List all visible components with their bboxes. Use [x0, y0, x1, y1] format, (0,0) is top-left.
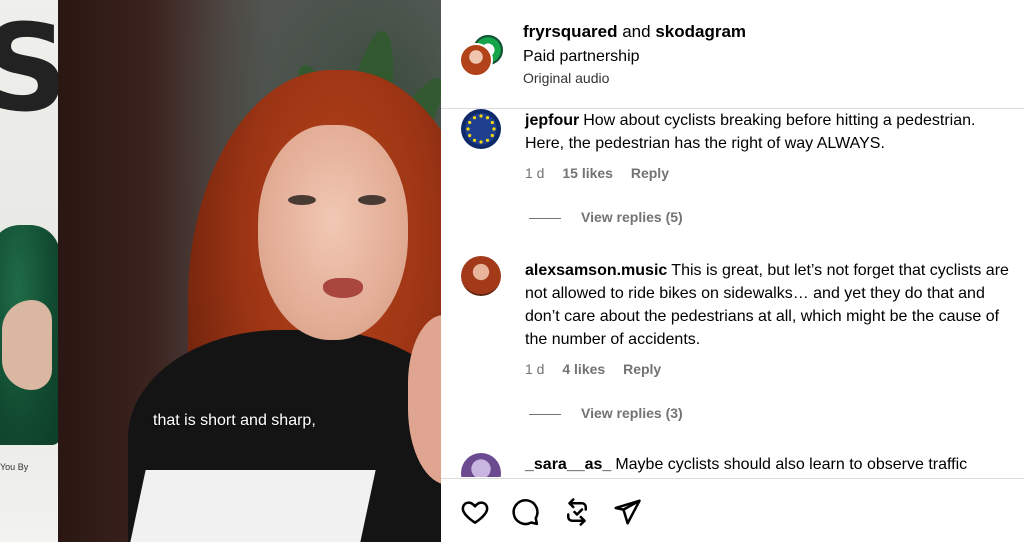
replies-divider — [529, 413, 561, 415]
author-link-2[interactable]: skodagram — [655, 22, 746, 41]
view-replies-button[interactable]: View replies (5) — [529, 209, 683, 225]
comment-likes[interactable]: 4 likes — [562, 361, 605, 377]
comment-icon — [512, 498, 539, 526]
replies-divider — [529, 217, 561, 219]
strip-footer-text: You By — [0, 462, 29, 472]
sweater-pattern — [130, 470, 376, 542]
comment-button[interactable] — [510, 497, 542, 529]
comment-username[interactable]: alexsamson.music — [525, 262, 667, 279]
comment-text: jepfour How about cyclists breaking befor… — [525, 109, 1015, 155]
paid-partnership-label[interactable]: Paid partnership — [523, 48, 640, 66]
share-button[interactable] — [612, 497, 644, 529]
comment-age[interactable]: 1 d — [525, 165, 544, 181]
fryrsquared-avatar[interactable] — [459, 43, 493, 77]
collab-avatars[interactable] — [459, 33, 507, 81]
presenter-face — [258, 125, 408, 340]
reply-button[interactable]: Reply — [631, 165, 669, 181]
action-bar — [441, 478, 1024, 543]
heart-icon — [461, 501, 489, 524]
comment-meta: 1 d 4 likes Reply — [525, 361, 675, 377]
commenter-avatar[interactable] — [461, 109, 501, 149]
like-button[interactable] — [460, 497, 492, 529]
comment-meta: 1 d 15 likes Reply — [525, 165, 683, 181]
author-link-1[interactable]: fryrsquared — [523, 22, 617, 41]
view-replies-label: View replies (3) — [581, 405, 683, 421]
reply-button[interactable]: Reply — [623, 361, 661, 377]
repost-button[interactable] — [562, 497, 594, 529]
presenter-mouth — [323, 278, 363, 298]
video-frame — [58, 0, 441, 542]
previous-video-strip[interactable]: S You By — [0, 0, 58, 542]
background-hand — [2, 300, 52, 390]
post-authors: fryrsquared and skodagram — [523, 22, 746, 42]
video-player[interactable]: S You By that is short and sharp, — [0, 0, 441, 542]
comment-likes[interactable]: 15 likes — [562, 165, 613, 181]
eu-stars-icon — [466, 114, 496, 144]
comment-age[interactable]: 1 d — [525, 361, 544, 377]
comment-text: _sara__as_ Maybe cyclists should also lea… — [525, 453, 1015, 476]
repost-icon — [567, 498, 587, 526]
comment-body: Maybe cyclists should also learn to obse… — [615, 456, 968, 473]
post-panel: fryrsquared and skodagram Paid partnersh… — [441, 0, 1024, 542]
view-replies-label: View replies (5) — [581, 209, 683, 225]
audio-link[interactable]: Original audio — [523, 70, 609, 86]
authors-joiner: and — [622, 22, 651, 41]
send-icon — [614, 499, 641, 525]
commenter-avatar[interactable] — [461, 256, 501, 296]
comment-text: alexsamson.music This is great, but let’s… — [525, 259, 1015, 351]
post-header: fryrsquared and skodagram Paid partnersh… — [441, 0, 1024, 109]
comment-body: How about cyclists breaking before hitti… — [525, 112, 976, 152]
comments-list[interactable]: jepfour How about cyclists breaking befor… — [441, 109, 1024, 477]
view-replies-button[interactable]: View replies (3) — [529, 405, 683, 421]
comment-username[interactable]: jepfour — [525, 112, 579, 129]
video-caption: that is short and sharp, — [153, 412, 316, 429]
comment-username[interactable]: _sara__as_ — [525, 456, 611, 473]
commenter-avatar[interactable] — [461, 453, 501, 477]
background-letter: S — [0, 0, 58, 139]
